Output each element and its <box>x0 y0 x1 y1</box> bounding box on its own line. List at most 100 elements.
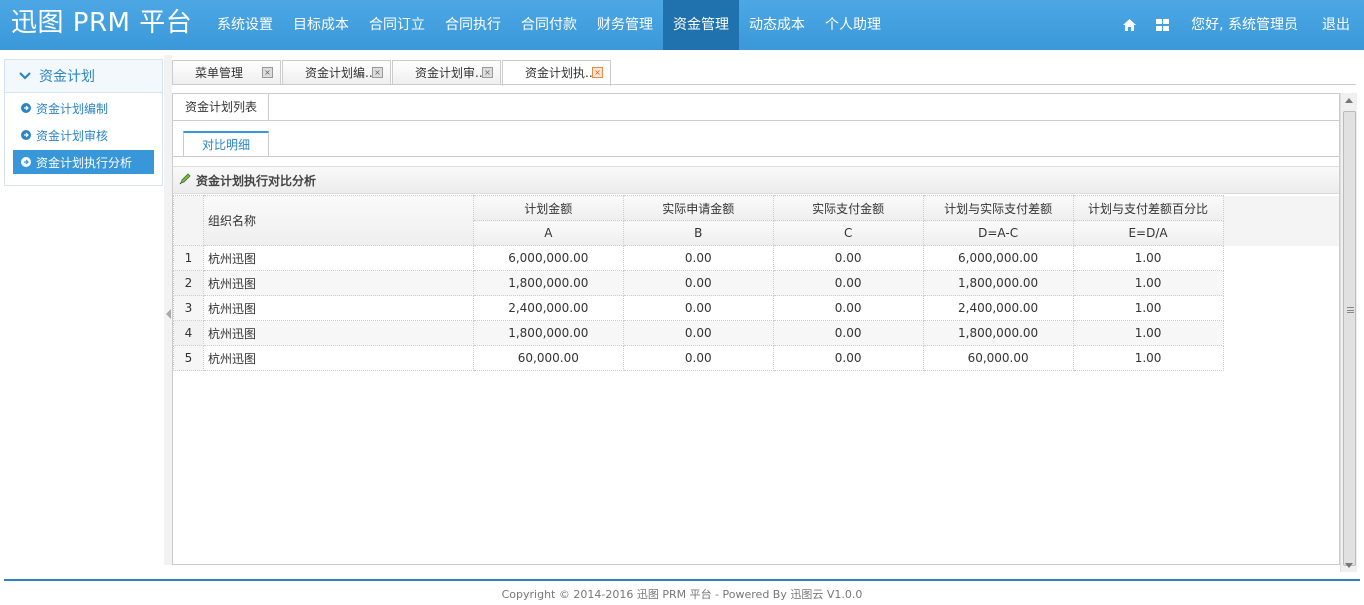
logout-link[interactable]: 退出 <box>1310 0 1364 50</box>
close-icon[interactable]: × <box>592 67 603 78</box>
cell-difference-percent: 1.00 <box>1072 270 1224 296</box>
grid-title-bar: 资金计划执行对比分析 <box>173 167 1339 194</box>
chevron-down-icon <box>19 68 31 84</box>
cell-paid-amount: 0.00 <box>772 270 924 296</box>
sidebar-item-plan-compile[interactable]: 资金计划编制 <box>13 96 154 120</box>
column-code-d: D=A-C <box>922 220 1074 246</box>
cell-apply-amount: 0.00 <box>622 320 774 346</box>
inner-tab-divider <box>173 156 1339 157</box>
table-row[interactable]: 1 杭州迅图 6,000,000.00 0.00 0.00 6,000,000.… <box>173 245 1339 271</box>
cell-difference-percent: 1.00 <box>1072 295 1224 321</box>
scrollbar-thumb[interactable] <box>1343 111 1356 566</box>
tab-plan-analysis[interactable]: 资金计划执... × <box>502 60 611 86</box>
panel-divider <box>173 120 1339 121</box>
apps-icon[interactable] <box>1146 0 1179 50</box>
cell-plan-amount: 6,000,000.00 <box>472 245 624 271</box>
user-greeting[interactable]: 您好, 系统管理员 <box>1179 0 1310 50</box>
tab-label: 资金计划编... <box>305 66 377 80</box>
cell-plan-amount: 60,000.00 <box>472 345 624 371</box>
row-filler <box>1223 320 1339 346</box>
close-icon[interactable]: × <box>372 67 383 78</box>
column-header-paid-amount[interactable]: 实际支付金额 <box>772 195 924 221</box>
nav-item-system-settings[interactable]: 系统设置 <box>207 0 283 50</box>
cell-paid-amount: 0.00 <box>772 320 924 346</box>
table-row[interactable]: 2 杭州迅图 1,800,000.00 0.00 0.00 1,800,000.… <box>173 270 1339 296</box>
cell-apply-amount: 0.00 <box>622 345 774 371</box>
top-right-area: 您好, 系统管理员 退出 <box>1113 0 1364 50</box>
arrow-circle-icon <box>21 103 31 113</box>
sidebar-header[interactable]: 资金计划 <box>5 60 162 93</box>
nav-item-contract-execution[interactable]: 合同执行 <box>435 0 511 50</box>
close-icon[interactable]: × <box>262 67 273 78</box>
table-row[interactable]: 4 杭州迅图 1,800,000.00 0.00 0.00 1,800,000.… <box>173 320 1339 346</box>
table-row[interactable]: 3 杭州迅图 2,400,000.00 0.00 0.00 2,400,000.… <box>173 295 1339 321</box>
app-brand[interactable]: 迅图 PRM 平台 <box>11 6 192 40</box>
nav-item-dynamic-cost[interactable]: 动态成本 <box>739 0 815 50</box>
scroll-up-icon[interactable] <box>1345 98 1353 103</box>
header-filler <box>1223 195 1339 246</box>
data-grid: 资金计划执行对比分析 组织名称 计划金额 实际申请金额 实际支付金额 计划与实际… <box>173 166 1339 564</box>
nav-item-target-cost[interactable]: 目标成本 <box>283 0 359 50</box>
sidebar-item-plan-review[interactable]: 资金计划审核 <box>13 123 154 147</box>
cell-difference-percent: 1.00 <box>1072 320 1224 346</box>
column-header-plan-amount[interactable]: 计划金额 <box>472 195 624 221</box>
row-filler <box>1223 345 1339 371</box>
cell-difference-percent: 1.00 <box>1072 345 1224 371</box>
cell-plan-amount: 1,800,000.00 <box>472 270 624 296</box>
cell-org-name: 杭州迅图 <box>202 270 474 296</box>
top-navbar: 迅图 PRM 平台 系统设置 目标成本 合同订立 合同执行 合同付款 财务管理 … <box>0 0 1364 50</box>
cell-plan-amount: 2,400,000.00 <box>472 295 624 321</box>
cell-org-name: 杭州迅图 <box>202 245 474 271</box>
tab-plan-compile[interactable]: 资金计划编... × <box>282 60 391 85</box>
sidebar-item-label: 资金计划执行分析 <box>36 155 133 170</box>
main-content: 资金计划列表 对比明细 资金计划执行对比分析 组织名称 计划金额 实际申请金额 … <box>172 93 1340 565</box>
row-filler <box>1223 270 1339 296</box>
nav-item-contract-sign[interactable]: 合同订立 <box>359 0 435 50</box>
tab-comparison-detail[interactable]: 对比明细 <box>183 131 269 157</box>
tab-plan-review[interactable]: 资金计划审... × <box>392 60 501 85</box>
row-number-header <box>173 195 204 246</box>
tabs-divider <box>172 84 1356 85</box>
main-nav: 系统设置 目标成本 合同订立 合同执行 合同付款 财务管理 资金管理 动态成本 … <box>207 0 891 50</box>
column-code-e: E=D/A <box>1072 220 1224 246</box>
tab-label: 资金计划审... <box>415 66 487 80</box>
row-filler <box>1223 245 1339 271</box>
sidebar-item-label: 资金计划编制 <box>36 101 109 116</box>
footer-divider <box>4 579 1360 581</box>
cell-org-name: 杭州迅图 <box>202 345 474 371</box>
cell-org-name: 杭州迅图 <box>202 295 474 321</box>
column-header-difference[interactable]: 计划与实际支付差额 <box>922 195 1074 221</box>
cell-apply-amount: 0.00 <box>622 270 774 296</box>
nav-item-personal-assistant[interactable]: 个人助理 <box>815 0 891 50</box>
cell-difference: 1,800,000.00 <box>922 320 1074 346</box>
arrow-circle-icon <box>21 130 31 140</box>
row-number: 2 <box>173 270 204 296</box>
cell-difference: 1,800,000.00 <box>922 270 1074 296</box>
cell-paid-amount: 0.00 <box>772 345 924 371</box>
cell-difference: 2,400,000.00 <box>922 295 1074 321</box>
table-row[interactable]: 5 杭州迅图 60,000.00 0.00 0.00 60,000.00 1.0… <box>173 345 1339 371</box>
column-header-org[interactable]: 组织名称 <box>202 195 474 246</box>
column-header-apply-amount[interactable]: 实际申请金额 <box>622 195 774 221</box>
grid-title: 资金计划执行对比分析 <box>196 173 317 188</box>
collapse-arrow-icon[interactable] <box>166 309 171 319</box>
arrow-circle-icon <box>21 157 31 167</box>
vertical-scrollbar[interactable] <box>1340 93 1357 572</box>
sidebar-item-plan-analysis[interactable]: 资金计划执行分析 <box>13 150 154 174</box>
scroll-down-icon[interactable] <box>1345 563 1353 568</box>
nav-item-contract-payment[interactable]: 合同付款 <box>511 0 587 50</box>
home-icon[interactable] <box>1113 0 1146 50</box>
close-icon[interactable]: × <box>482 67 493 78</box>
nav-item-finance[interactable]: 财务管理 <box>587 0 663 50</box>
edit-icon <box>179 172 192 188</box>
tab-menu-management[interactable]: 菜单管理 × <box>172 60 281 85</box>
column-header-difference-percent[interactable]: 计划与支付差额百分比 <box>1072 195 1224 221</box>
nav-item-fund-management[interactable]: 资金管理 <box>663 0 739 50</box>
cell-difference: 6,000,000.00 <box>922 245 1074 271</box>
cell-difference-percent: 1.00 <box>1072 245 1224 271</box>
row-number: 1 <box>173 245 204 271</box>
sidebar-item-label: 资金计划审核 <box>36 128 109 143</box>
grip-icon <box>1347 307 1354 313</box>
panel-tab-plan-list[interactable]: 资金计划列表 <box>173 94 269 121</box>
sidebar: 资金计划 资金计划编制 资金计划审核 资金计划执行分析 <box>4 59 163 186</box>
